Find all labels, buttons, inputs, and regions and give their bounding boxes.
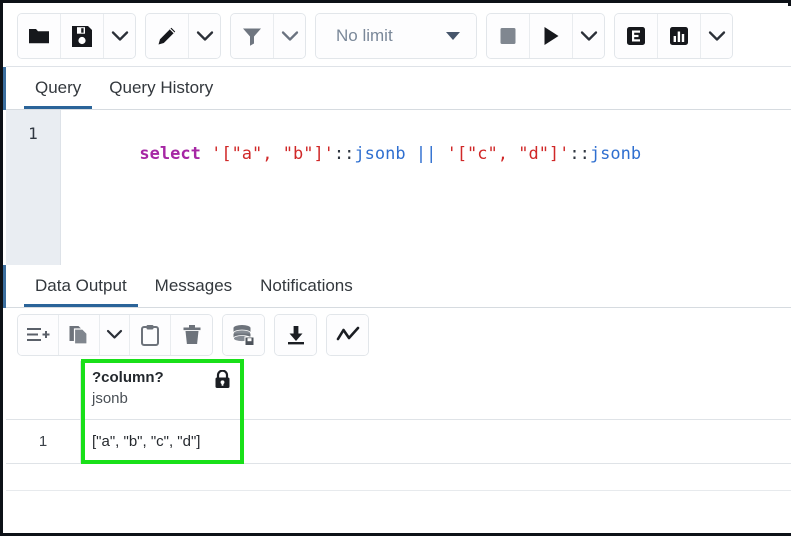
database-save-icon <box>232 324 256 346</box>
save-data-button-group <box>222 314 265 356</box>
editor-gutter: 1 <box>6 110 61 265</box>
download-csv-button[interactable] <box>275 315 316 355</box>
download-icon <box>285 324 307 346</box>
clipboard-icon <box>140 324 160 346</box>
chevron-down-icon <box>196 30 214 42</box>
row-number-cell: 1 <box>6 420 81 463</box>
tab-notifications[interactable]: Notifications <box>249 276 364 307</box>
save-icon <box>71 25 93 48</box>
results-toolbar <box>6 308 791 361</box>
graph-button-group <box>326 314 369 356</box>
copy-icon <box>68 324 90 346</box>
pencil-icon <box>155 24 179 48</box>
add-row-button[interactable] <box>18 315 59 355</box>
data-output-grid[interactable]: ?column? jsonb 1 ["a", "b", "c", "d"] <box>6 361 791 533</box>
chevron-down-icon <box>580 30 598 42</box>
query-tool-toolbar: No limit <box>6 6 791 67</box>
sql-token-cast-1: :: <box>334 144 354 164</box>
line-graph-icon <box>336 325 360 345</box>
explain-analyze-button[interactable] <box>658 14 701 58</box>
row-limit-select[interactable]: No limit <box>316 14 476 58</box>
filter-button-group <box>230 13 306 59</box>
lock-icon <box>214 370 231 394</box>
editor-code-area[interactable]: select '["a", "b"]'::jsonb || '["c", "d"… <box>61 110 791 265</box>
tab-query[interactable]: Query <box>24 78 92 109</box>
row-edit-button-group <box>17 314 213 356</box>
save-file-button[interactable] <box>61 14 104 58</box>
edit-options-button[interactable] <box>189 14 220 58</box>
save-options-button[interactable] <box>104 14 135 58</box>
chevron-down-icon <box>708 30 726 42</box>
row-limit-value: No limit <box>336 26 393 46</box>
graph-visualiser-button[interactable] <box>327 315 368 355</box>
sql-token-concat-operator: || <box>416 144 436 164</box>
stop-query-button[interactable] <box>487 14 530 58</box>
paste-button[interactable] <box>130 315 171 355</box>
folder-icon <box>27 24 51 48</box>
copy-button[interactable] <box>59 315 100 355</box>
results-tab-strip: Data Output Messages Notifications <box>6 265 791 308</box>
copy-options-button[interactable] <box>100 315 130 355</box>
explain-options-button[interactable] <box>701 14 732 58</box>
download-button-group <box>274 314 317 356</box>
save-data-changes-button[interactable] <box>223 315 264 355</box>
add-row-icon <box>26 325 50 345</box>
stop-square-icon <box>498 26 518 46</box>
execute-query-button[interactable] <box>530 14 573 58</box>
sql-token-type-1: jsonb <box>354 144 405 164</box>
explain-button-group <box>614 13 733 59</box>
sql-space-1 <box>201 144 211 164</box>
grid-empty-row <box>6 464 791 491</box>
sql-space-2 <box>406 144 416 164</box>
execute-options-button[interactable] <box>573 14 604 58</box>
column-type: jsonb <box>92 389 232 408</box>
sql-token-string-2: '["c", "d"]' <box>447 144 570 164</box>
chevron-down-icon <box>106 329 123 340</box>
tab-data-output[interactable]: Data Output <box>24 276 138 307</box>
line-number: 1 <box>28 124 38 143</box>
column-name: ?column? <box>92 368 232 387</box>
tab-messages[interactable]: Messages <box>144 276 243 307</box>
sql-token-cast-2: :: <box>569 144 589 164</box>
grid-rownum-header <box>6 361 81 419</box>
grid-column-header-0[interactable]: ?column? jsonb <box>81 361 241 419</box>
query-tab-strip: Query Query History <box>6 67 791 110</box>
grid-cell-0-0[interactable]: ["a", "b", "c", "d"] <box>81 420 241 463</box>
triangle-down-icon <box>446 32 460 40</box>
sql-token-string-1: '["a", "b"]' <box>211 144 334 164</box>
funnel-icon <box>241 25 263 47</box>
sql-space-3 <box>436 144 446 164</box>
row-limit-group: No limit <box>315 13 477 59</box>
explain-e-icon <box>625 25 647 47</box>
bar-chart-icon <box>668 25 690 47</box>
chevron-down-icon <box>281 30 299 42</box>
sql-editor[interactable]: 1 select '["a", "b"]'::jsonb || '["c", "… <box>6 110 791 266</box>
trash-icon <box>182 324 202 346</box>
filter-button[interactable] <box>231 14 274 58</box>
execute-button-group <box>486 13 605 59</box>
sql-token-select: select <box>139 144 200 164</box>
sql-token-type-2: jsonb <box>590 144 641 164</box>
chevron-down-icon <box>111 30 129 42</box>
edit-button-group <box>145 13 221 59</box>
open-file-button[interactable] <box>18 14 61 58</box>
query-tool-window: No limit <box>0 0 791 536</box>
edit-button[interactable] <box>146 14 189 58</box>
play-icon <box>540 25 562 47</box>
filter-options-button[interactable] <box>274 14 305 58</box>
grid-header-row: ?column? jsonb <box>6 361 791 420</box>
tab-query-history[interactable]: Query History <box>98 78 224 109</box>
delete-row-button[interactable] <box>171 315 212 355</box>
explain-button[interactable] <box>615 14 658 58</box>
file-button-group <box>17 13 136 59</box>
table-row[interactable]: 1 ["a", "b", "c", "d"] <box>6 420 791 464</box>
